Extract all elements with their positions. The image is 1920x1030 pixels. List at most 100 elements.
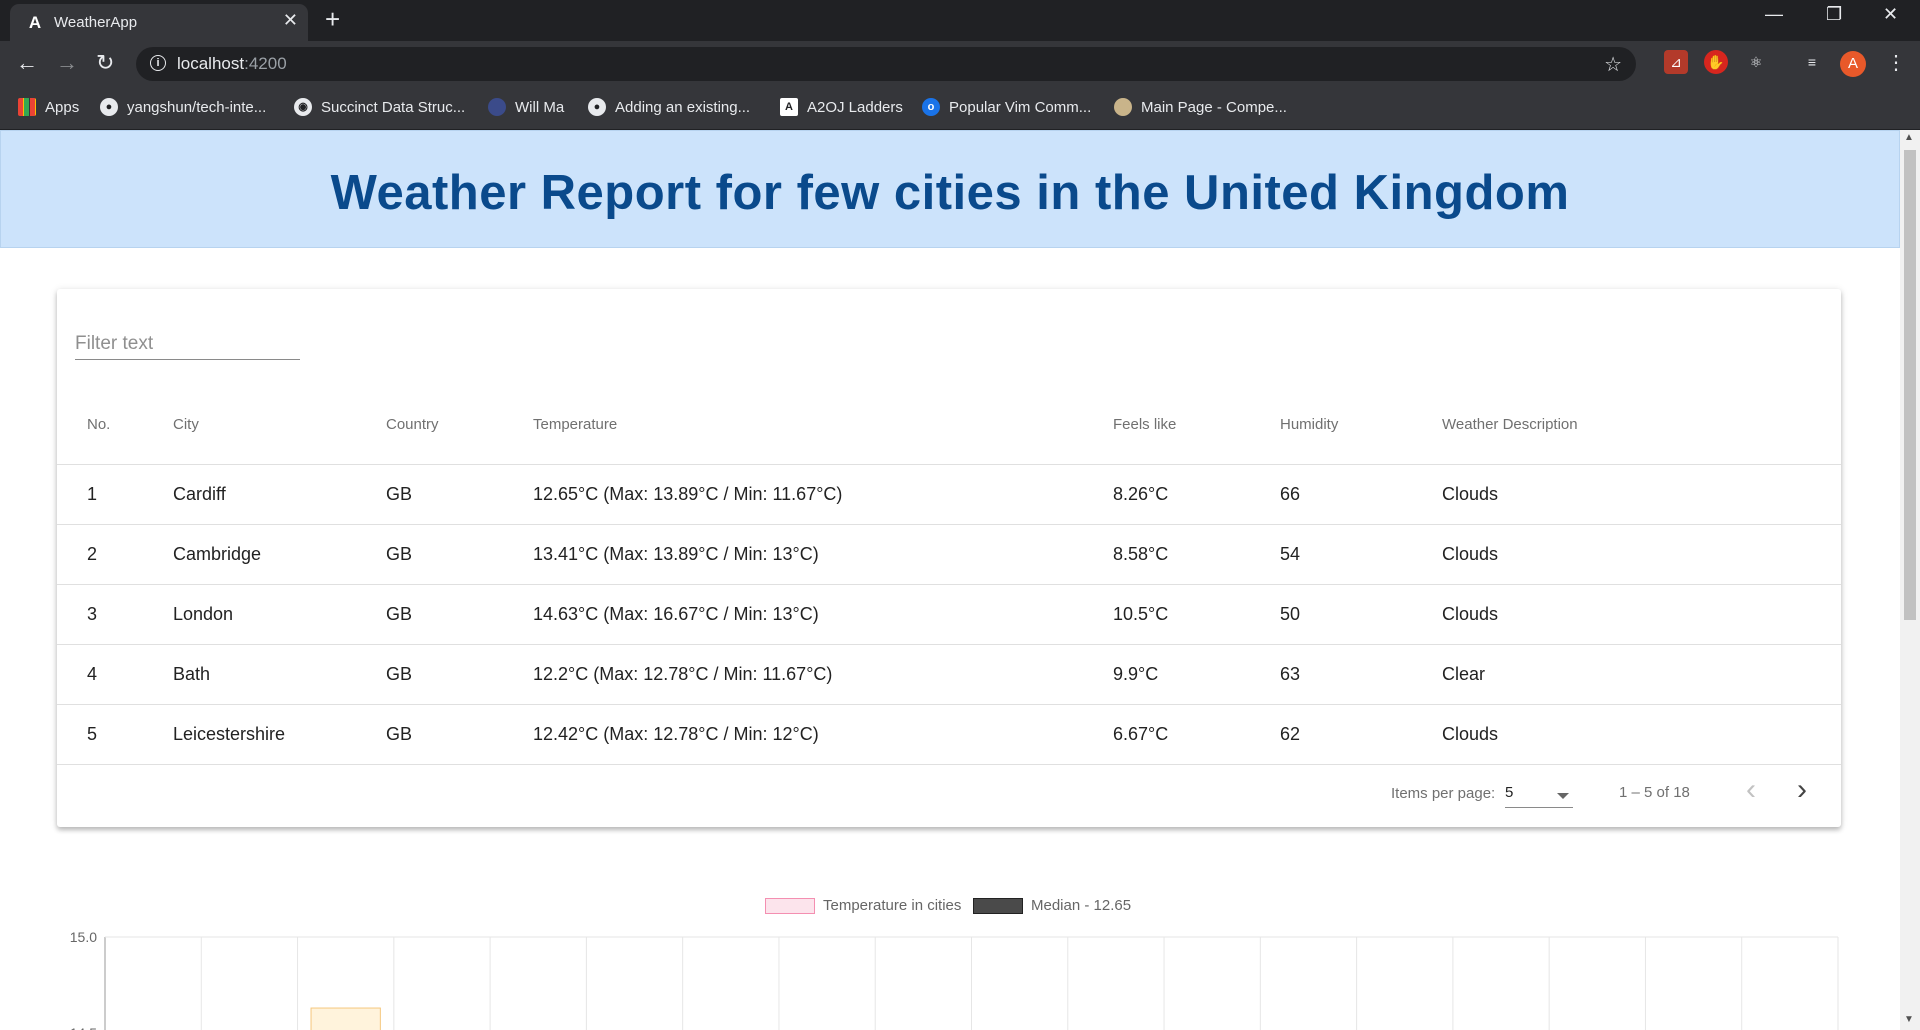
media-playlist-icon[interactable]: ≡ <box>1800 50 1824 74</box>
site-icon <box>488 98 506 116</box>
cell-feels-like: 8.58°C <box>1113 524 1280 585</box>
paginator: Items per page: 5 1 – 5 of 18 ‹ › <box>57 763 1841 827</box>
column-header-temperature[interactable]: Temperature <box>533 385 1113 465</box>
cell-country: GB <box>386 524 533 585</box>
next-page-button[interactable]: › <box>1797 775 1807 805</box>
column-header-no[interactable]: No. <box>57 385 173 465</box>
browser-tab-strip: A WeatherApp ✕ + — ❐ ✕ <box>0 0 1920 41</box>
cell-city: London <box>173 584 386 645</box>
cell-country: GB <box>386 704 533 765</box>
previous-page-button[interactable]: ‹ <box>1746 775 1756 805</box>
bookmark-succinct-data[interactable]: ◉ Succinct Data Struc... <box>294 95 465 119</box>
bookmark-apps[interactable]: Apps <box>18 95 79 119</box>
scroll-down-arrow-icon[interactable]: ▼ <box>1904 1014 1914 1025</box>
page-title: Weather Report for few cities in the Uni… <box>330 166 1570 220</box>
github-icon: ● <box>100 98 118 116</box>
cell-description: Clouds <box>1442 584 1841 645</box>
cell-humidity: 50 <box>1280 584 1442 645</box>
filter-input[interactable] <box>75 329 300 360</box>
cell-feels-like: 6.67°C <box>1113 704 1280 765</box>
column-header-feels-like[interactable]: Feels like <box>1113 385 1280 465</box>
close-window-icon[interactable]: ✕ <box>1883 4 1898 25</box>
cell-no: 3 <box>57 584 173 645</box>
bookmark-tech-interview[interactable]: ● yangshun/tech-inte... <box>100 95 266 119</box>
bookmark-vim-commands[interactable]: o Popular Vim Comm... <box>922 95 1091 119</box>
globe-icon: ◉ <box>294 98 312 116</box>
github-icon: ● <box>588 98 606 116</box>
restore-icon[interactable]: ❐ <box>1826 4 1842 25</box>
cell-humidity: 54 <box>1280 524 1442 585</box>
cell-temperature: 13.41°C (Max: 13.89°C / Min: 13°C) <box>533 524 1113 585</box>
cell-description: Clouds <box>1442 464 1841 525</box>
cell-city: Cambridge <box>173 524 386 585</box>
url-text[interactable]: localhost:4200 <box>177 54 287 74</box>
column-header-description[interactable]: Weather Description <box>1442 385 1841 465</box>
bookmark-main-page[interactable]: Main Page - Compe... <box>1114 95 1287 119</box>
page-scrollbar[interactable]: ▲ ▼ <box>1900 130 1920 1030</box>
table-row: 5 Leicestershire GB 12.42°C (Max: 12.78°… <box>57 704 1841 765</box>
table-row: 3 London GB 14.63°C (Max: 16.67°C / Min:… <box>57 584 1841 645</box>
pdf-extension-icon[interactable]: ⊿ <box>1664 50 1688 74</box>
scrollbar-thumb[interactable] <box>1904 150 1916 620</box>
new-tab-button[interactable]: + <box>325 6 340 32</box>
cell-humidity: 62 <box>1280 704 1442 765</box>
adblock-extension-icon[interactable]: ✋ <box>1704 50 1728 74</box>
items-per-page-value: 5 <box>1505 784 1514 801</box>
table-header-row: No. City Country Temperature Feels like … <box>57 385 1841 465</box>
bookmark-a2oj[interactable]: A A2OJ Ladders <box>780 95 903 119</box>
cell-temperature: 14.63°C (Max: 16.67°C / Min: 13°C) <box>533 584 1113 645</box>
site-info-icon[interactable]: i <box>150 55 166 71</box>
cell-description: Clouds <box>1442 524 1841 585</box>
temperature-chart: Temperature in cities Median - 12.65 15.… <box>55 892 1845 1030</box>
forward-icon[interactable]: → <box>56 51 78 75</box>
cell-no: 2 <box>57 524 173 585</box>
table-row: 1 Cardiff GB 12.65°C (Max: 13.89°C / Min… <box>57 464 1841 525</box>
cell-country: GB <box>386 644 533 705</box>
cell-humidity: 66 <box>1280 464 1442 525</box>
cell-feels-like: 8.26°C <box>1113 464 1280 525</box>
column-header-country[interactable]: Country <box>386 385 533 465</box>
chart-plot-area: 15.0 14.5 <box>70 929 1839 1030</box>
address-bar[interactable]: i localhost:4200 ☆ <box>136 47 1636 81</box>
browser-tab[interactable]: A WeatherApp ✕ <box>10 4 308 41</box>
bookmark-adding-existing[interactable]: ● Adding an existing... <box>588 95 750 119</box>
cell-country: GB <box>386 464 533 525</box>
close-tab-icon[interactable]: ✕ <box>283 10 298 31</box>
cell-temperature: 12.65°C (Max: 13.89°C / Min: 11.67°C) <box>533 464 1113 525</box>
page-header: Weather Report for few cities in the Uni… <box>0 130 1900 248</box>
weather-table-card: No. City Country Temperature Feels like … <box>57 289 1841 827</box>
browser-toolbar: ← → ↻ i localhost:4200 ☆ ⊿ ✋ ⚛ ≡ A ⋮ <box>0 41 1920 87</box>
cell-city: Bath <box>173 644 386 705</box>
items-per-page-label: Items per page: <box>1391 785 1496 802</box>
y-tick-label: 14.5 <box>70 1025 97 1030</box>
column-header-city[interactable]: City <box>173 385 386 465</box>
bookmark-star-icon[interactable]: ☆ <box>1604 52 1622 77</box>
page-range-label: 1 – 5 of 18 <box>1619 784 1690 801</box>
cell-city: Cardiff <box>173 464 386 525</box>
y-tick-label: 15.0 <box>70 929 97 945</box>
react-devtools-icon[interactable]: ⚛ <box>1744 50 1768 74</box>
a2oj-icon: A <box>780 98 798 116</box>
weather-table: No. City Country Temperature Feels like … <box>57 385 1841 765</box>
profile-avatar[interactable]: A <box>1840 51 1866 77</box>
angular-favicon-icon: A <box>28 13 42 32</box>
cell-description: Clouds <box>1442 704 1841 765</box>
cell-feels-like: 10.5°C <box>1113 584 1280 645</box>
column-header-humidity[interactable]: Humidity <box>1280 385 1442 465</box>
reload-icon[interactable]: ↻ <box>96 51 114 75</box>
scroll-up-arrow-icon[interactable]: ▲ <box>1904 132 1914 143</box>
chart-bar <box>310 1007 381 1030</box>
cell-humidity: 63 <box>1280 644 1442 705</box>
table-row: 2 Cambridge GB 13.41°C (Max: 13.89°C / M… <box>57 524 1841 585</box>
browser-menu-icon[interactable]: ⋮ <box>1886 51 1906 75</box>
table-row: 4 Bath GB 12.2°C (Max: 12.78°C / Min: 11… <box>57 644 1841 705</box>
bookmark-will-ma[interactable]: Will Ma <box>488 95 564 119</box>
cell-no: 1 <box>57 464 173 525</box>
wiki-icon <box>1114 98 1132 116</box>
minimize-icon[interactable]: — <box>1765 4 1783 25</box>
items-per-page-select[interactable]: 5 <box>1505 783 1573 808</box>
dropdown-arrow-icon <box>1557 793 1569 799</box>
back-icon[interactable]: ← <box>16 51 38 75</box>
cell-feels-like: 9.9°C <box>1113 644 1280 705</box>
cell-description: Clear <box>1442 644 1841 705</box>
